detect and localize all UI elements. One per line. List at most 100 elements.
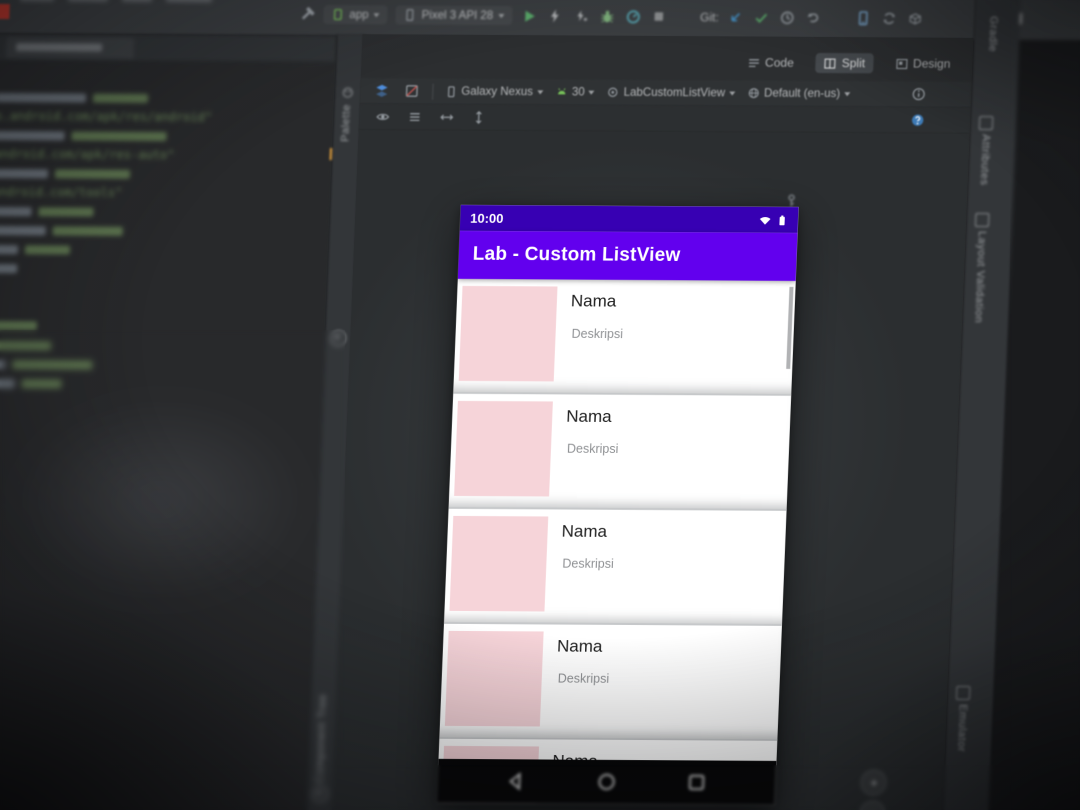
menu-bar-smudge [19, 0, 213, 3]
zoom-in-button[interactable] [860, 769, 888, 796]
chevron-down-icon [588, 90, 595, 95]
attributes-icon [978, 116, 994, 131]
android-studio-window: app Pixel 3 API 28 Git: s.android.com/ap… [0, 0, 1080, 810]
tab-layout-validation[interactable]: Layout Validation [972, 231, 988, 323]
item-image-placeholder [454, 400, 553, 497]
debug-icon[interactable] [598, 7, 617, 25]
module-app-icon [333, 9, 342, 21]
chevron-down-icon [844, 91, 851, 96]
ide-scene: app Pixel 3 API 28 Git: s.android.com/ap… [0, 0, 1080, 810]
tab-attributes-wrap: Attributes [977, 116, 994, 186]
guidelines-icon[interactable] [405, 108, 424, 126]
tab-design[interactable]: Design [887, 53, 959, 73]
code-line: s.android.com/apk/res/android" [0, 109, 213, 125]
view-options-eye-icon[interactable] [373, 108, 392, 126]
red-indicator [0, 3, 10, 20]
tab-palette[interactable]: Palette [339, 104, 353, 142]
item-title: Nama [556, 636, 603, 656]
help-icon[interactable] [908, 111, 927, 129]
device-chip[interactable]: Galaxy Nexus [445, 85, 543, 98]
tab-gradle[interactable]: Gradle [986, 16, 999, 52]
module-selector-label: app [349, 8, 369, 21]
stop-icon[interactable] [650, 7, 669, 25]
blueprint-toggle-icon[interactable] [402, 82, 421, 100]
back-nav-icon [508, 772, 521, 791]
layout-validation-icon [974, 213, 990, 228]
tab-component-tree[interactable]: Component Tree [314, 694, 330, 783]
editor-mode-tabs: Code Split Design [739, 52, 959, 74]
tool-window-icon[interactable] [330, 330, 347, 347]
chevron-down-icon [498, 13, 505, 18]
chevron-down-icon [729, 90, 736, 96]
tab-emulator-wrap: Emulator [954, 686, 971, 752]
horizontal-arrows-icon[interactable] [437, 108, 456, 126]
build-hammer-icon[interactable] [297, 5, 316, 23]
module-selector[interactable]: app [323, 4, 388, 25]
tab-code[interactable]: Code [739, 53, 802, 73]
layout-variant-label: LabCustomListView [623, 86, 726, 99]
item-subtitle: Deskripsi [562, 556, 615, 571]
app-bar: Lab - Custom ListView [457, 230, 798, 281]
item-title: Nama [570, 291, 617, 311]
design-surface-icon[interactable] [372, 82, 391, 100]
device-manager-icon[interactable] [854, 9, 873, 27]
palette-icon [342, 87, 353, 98]
tab-split[interactable]: Split [815, 52, 874, 74]
layout-variant-chip[interactable]: LabCustomListView [606, 86, 736, 100]
tab-emulator[interactable]: Emulator [955, 704, 969, 752]
item-image-placeholder [449, 515, 549, 612]
tab-attributes[interactable]: Attributes [978, 134, 992, 186]
design-toolbar: Galaxy Nexus 30 LabCustomListView Defaul… [359, 78, 972, 108]
rollback-icon[interactable] [804, 8, 823, 26]
phone-preview[interactable]: 10:00 Lab - Custom ListView Nama Deskrip… [436, 204, 799, 805]
battery-icon [779, 215, 785, 225]
status-time: 10:00 [469, 210, 504, 226]
recents-nav-icon [688, 774, 705, 791]
tab-layout-validation-wrap: Layout Validation [971, 213, 990, 323]
history-icon[interactable] [778, 8, 797, 26]
gradle-sync-icon[interactable] [880, 9, 899, 27]
item-image-placeholder [458, 285, 558, 382]
blur-glow [5, 394, 315, 607]
item-image-placeholder [444, 630, 544, 727]
api-level-chip[interactable]: 30 [555, 85, 595, 98]
chevron-down-icon [373, 12, 380, 17]
code-line: android.com/tools" [0, 185, 123, 200]
sdk-manager-icon[interactable] [906, 9, 925, 27]
tool-window-icon[interactable] [311, 786, 329, 803]
git-update-icon[interactable] [726, 8, 745, 26]
file-tab[interactable] [5, 37, 135, 59]
zoom-controls [858, 769, 888, 810]
target-icon [608, 87, 618, 97]
vertical-arrows-icon[interactable] [469, 108, 488, 126]
device-chip-label: Galaxy Nexus [461, 85, 534, 98]
home-nav-icon [598, 773, 615, 791]
run-button[interactable] [520, 7, 539, 25]
git-commit-icon[interactable] [752, 8, 771, 26]
device-selector[interactable]: Pixel 3 API 28 [395, 5, 513, 26]
info-icon[interactable] [909, 85, 928, 103]
wifi-icon [759, 216, 771, 225]
list-item[interactable]: Nama Deskripsi [448, 393, 792, 511]
status-bar: 10:00 [459, 204, 799, 233]
design-surface[interactable]: 10:00 Lab - Custom ListView Nama Deskrip… [330, 130, 970, 810]
list-item[interactable]: Nama Deskripsi [453, 278, 796, 396]
navigation-bar [436, 758, 777, 805]
apply-changes-icon[interactable] [546, 7, 565, 25]
profiler-icon[interactable] [624, 7, 643, 25]
list-item[interactable]: Nama Deskripsi [443, 508, 787, 626]
app-bar-title: Lab - Custom ListView [472, 243, 681, 267]
xml-code[interactable]: s.android.com/apk/res/android" android.c… [0, 62, 327, 424]
list-item[interactable]: Nama Deskripsi [439, 623, 782, 741]
locale-chip[interactable]: Default (en-us) [747, 87, 851, 101]
api-level-label: 30 [571, 86, 585, 99]
code-editor-pane[interactable]: s.android.com/apk/res/android" android.c… [0, 33, 337, 810]
chevron-down-icon [536, 89, 543, 94]
locale-label: Default (en-us) [763, 87, 841, 100]
list-view[interactable]: Nama Deskripsi Nama Deskripsi Nama Deskr… [436, 278, 796, 805]
device-phone-icon [406, 9, 414, 21]
zoom-out-button[interactable] [858, 800, 886, 810]
design-pane: Code Split Design Galaxy Nexus 30 LabCus… [330, 34, 974, 810]
apply-code-changes-icon[interactable] [572, 7, 591, 25]
code-line: android.com/apk/res-auto" [0, 147, 175, 163]
